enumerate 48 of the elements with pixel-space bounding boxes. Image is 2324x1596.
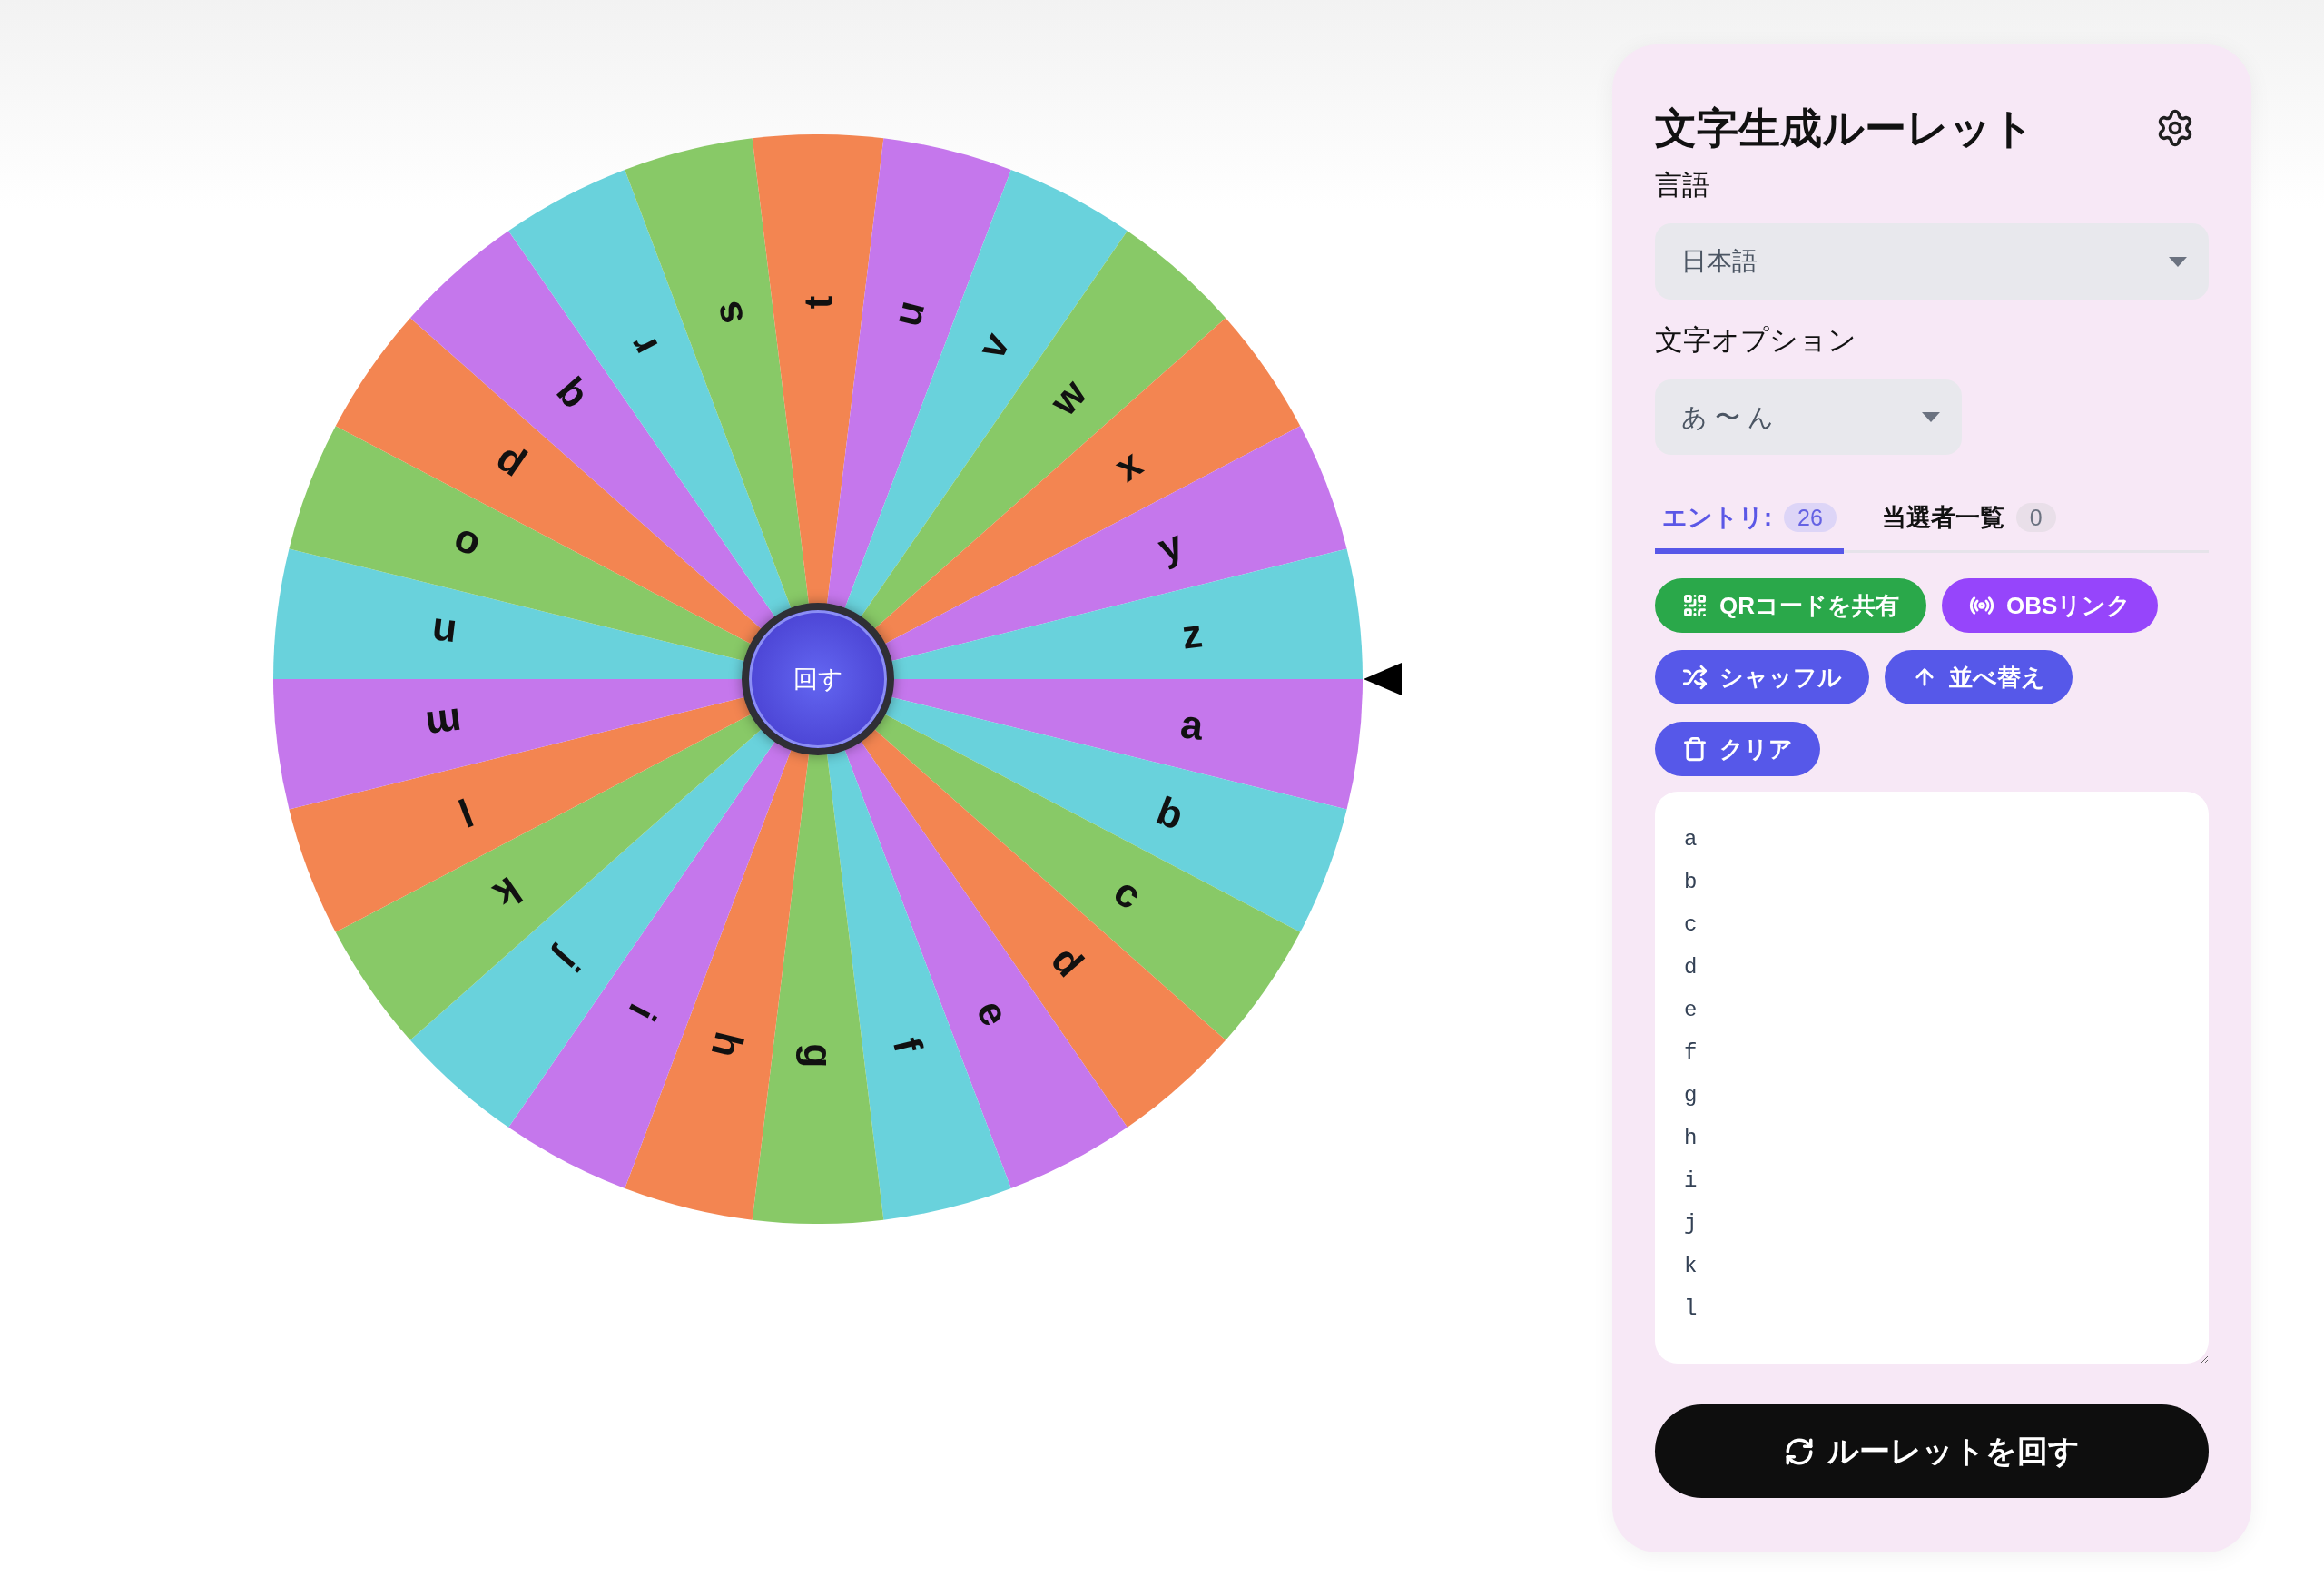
segment-label: b (1150, 787, 1190, 838)
segment-label: s (703, 297, 753, 330)
segment-label: m (423, 700, 465, 749)
caret-icon (1922, 412, 1940, 422)
caret-icon (2169, 256, 2187, 267)
entries-field[interactable]: a b c d e f g h i j k l (1655, 792, 2209, 1364)
segment-label: i (620, 997, 665, 1029)
action-button[interactable]: 並べ替え (1885, 650, 2073, 704)
segment-label: d (1042, 937, 1093, 985)
action-button[interactable]: OBSリンク (1942, 578, 2159, 633)
segment-label: t (795, 295, 841, 310)
qr-code-icon (1682, 593, 1708, 618)
pointer-icon (1364, 663, 1402, 695)
segment-label: j (547, 941, 589, 980)
count-badge: 0 (2015, 503, 2056, 532)
segment-label: g (795, 1043, 841, 1069)
action-button[interactable]: QRコードを共有 (1655, 578, 1926, 633)
character-option-select[interactable]: あ 〜 ん (1655, 379, 1962, 455)
segment-label: y (1151, 520, 1189, 571)
segment-label: r (619, 328, 666, 363)
segment-label: q (543, 373, 594, 421)
segment-label: f (884, 1032, 931, 1057)
trash-icon (1682, 736, 1708, 762)
segment-label: n (428, 610, 459, 657)
segment-label: l (452, 790, 479, 836)
segment-label: o (446, 520, 486, 571)
field-label: 言語 (1655, 169, 1709, 202)
segment-label: z (1179, 610, 1205, 657)
segment-label: p (485, 439, 531, 491)
segment-label: w (1040, 370, 1095, 424)
segment-label: x (1106, 440, 1150, 490)
tab[interactable]: エントリ: 26 (1655, 492, 1844, 554)
count-badge: 26 (1784, 503, 1837, 532)
action-button[interactable]: シャッフル (1655, 650, 1869, 704)
segment-label: a (1177, 701, 1206, 748)
panel-title: 文字生成ルーレット (1655, 103, 2034, 153)
segment-label: k (486, 868, 530, 918)
segment-label: e (968, 992, 1019, 1033)
spin-roulette-button[interactable]: ルーレットを回す (1655, 1404, 2209, 1498)
shuffle-icon (1682, 665, 1708, 690)
segment-label: h (703, 1028, 753, 1062)
segment-label: v (968, 325, 1019, 366)
language-select[interactable]: 日本語 (1655, 223, 2209, 300)
segment-label: c (1106, 868, 1150, 918)
field-label: 文字オプション (1655, 323, 1856, 358)
action-button[interactable]: クリア (1655, 722, 1820, 776)
tab[interactable]: 当選者一覧 0 (1874, 492, 2063, 554)
segment-label: u (883, 296, 933, 330)
